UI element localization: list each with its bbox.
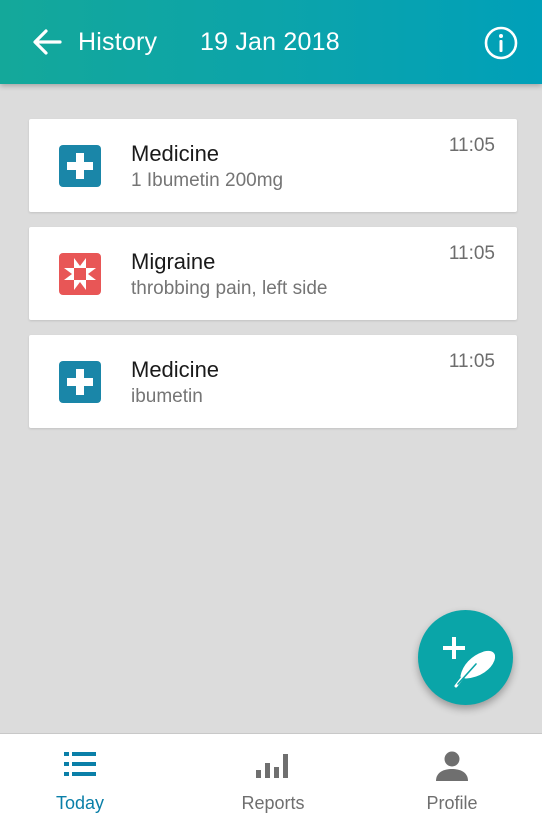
header-date[interactable]: 19 Jan 2018 [200,26,340,58]
medicine-cross-icon [59,145,101,187]
person-icon [436,751,468,781]
history-list: Medicine 1 Ibumetin 200mg 11:05 Migraine… [29,119,517,443]
info-icon [484,26,518,60]
info-button[interactable] [483,25,519,61]
entry-time: 11:05 [448,135,495,156]
nav-label-profile: Profile [426,793,478,813]
nav-label-reports: Reports [241,793,305,813]
nav-item-profile[interactable]: Profile [362,734,542,830]
bottom-navigation: Today Reports Profile [0,733,542,830]
list-item[interactable]: Medicine ibumetin 11:05 [29,335,517,428]
entry-title: Medicine [131,357,220,382]
nav-item-reports[interactable]: Reports [183,734,363,830]
entry-subtitle: throbbing pain, left side [131,278,328,299]
entry-title: Medicine [131,141,220,166]
entry-subtitle: 1 Ibumetin 200mg [131,170,284,191]
bar-chart-icon [256,754,288,778]
entry-subtitle: ibumetin [131,386,203,407]
entry-time: 11:05 [448,243,495,264]
list-item[interactable]: Medicine 1 Ibumetin 200mg 11:05 [29,119,517,212]
add-entry-feather-icon [443,637,496,688]
arrow-left-icon [33,29,62,55]
page-title: History [78,28,158,56]
medicine-cross-icon [59,361,101,403]
list-icon [64,752,96,776]
app-bar: History 19 Jan 2018 [0,0,542,84]
add-entry-button[interactable] [418,610,513,705]
nav-label-today: Today [55,793,105,813]
entry-title: Migraine [131,249,216,274]
migraine-burst-icon [59,253,101,295]
list-item[interactable]: Migraine throbbing pain, left side 11:05 [29,227,517,320]
entry-time: 11:05 [448,351,495,372]
back-button[interactable] [30,26,64,58]
nav-item-today[interactable]: Today [0,734,170,830]
